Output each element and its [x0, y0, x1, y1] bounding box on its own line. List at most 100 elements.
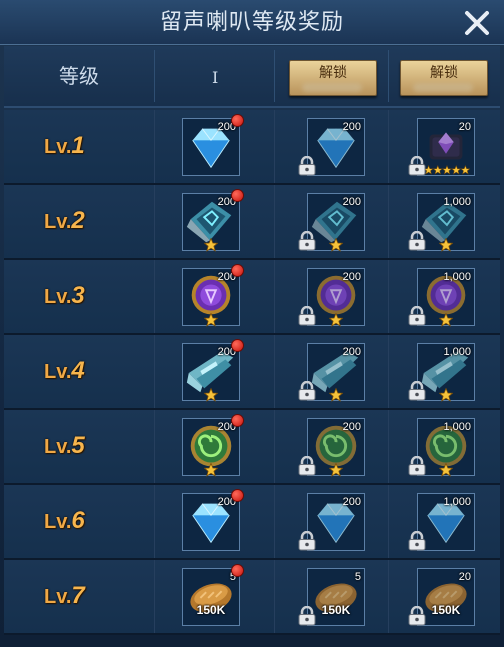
level-number: 4 [71, 357, 85, 384]
row-divider [154, 410, 155, 483]
notification-dot-icon [231, 564, 244, 577]
row-divider [274, 110, 275, 183]
padlock-icon [297, 605, 317, 626]
item-count: 200 [342, 121, 361, 133]
row-divider [388, 410, 389, 483]
reward-slot[interactable]: 200 [182, 264, 244, 327]
level-number: 6 [71, 507, 85, 534]
padlock-icon [407, 605, 427, 626]
item-count: 200 [342, 346, 361, 358]
reward-slot[interactable]: 200 [182, 489, 244, 551]
row-divider [154, 560, 155, 633]
reward-item-frame: 200 [182, 493, 240, 551]
padlock-icon [407, 380, 427, 401]
reward-slot[interactable]: 200 [298, 268, 365, 327]
unlock-button-tier2[interactable]: 解锁 [289, 60, 377, 96]
notification-dot-icon [231, 414, 244, 427]
level-prefix: Lv. [44, 136, 72, 158]
star-icon [203, 312, 219, 327]
row-divider [274, 185, 275, 258]
close-icon[interactable] [462, 8, 492, 38]
level-prefix: Lv. [44, 286, 72, 308]
padlock-icon [407, 455, 427, 476]
level-label: Lv.4 [44, 357, 85, 385]
padlock-icon [407, 230, 427, 251]
reward-slot[interactable]: 200 [298, 193, 365, 252]
unlock-button-tier3[interactable]: 解锁 [400, 60, 488, 96]
item-count: 1,000 [443, 196, 471, 208]
reward-item-frame: 200 [182, 118, 240, 176]
level-prefix: Lv. [44, 436, 72, 458]
header-divider [388, 50, 389, 102]
level-number: 1 [71, 132, 85, 159]
notification-dot-icon [231, 339, 244, 352]
star-icon [328, 237, 344, 252]
row-divider [154, 260, 155, 333]
reward-slot[interactable]: 200 [182, 339, 244, 402]
padlock-icon [297, 305, 317, 326]
level-label: Lv.1 [44, 132, 85, 160]
star-icon [328, 387, 344, 402]
padlock-icon [297, 155, 317, 176]
row-divider [274, 260, 275, 333]
star-icon [438, 462, 454, 477]
reward-item-frame: 200 [182, 268, 240, 327]
item-count: 20 [458, 571, 471, 583]
item-count: 200 [342, 196, 361, 208]
level-label: Lv.6 [44, 507, 85, 535]
reward-item-frame: 200 [182, 343, 240, 402]
reward-slot[interactable]: 200 [182, 189, 244, 252]
row-divider [154, 185, 155, 258]
star-icon [203, 237, 219, 252]
reward-slot[interactable]: 1,000 [408, 418, 475, 477]
reward-row: Lv.1 200 200 20 [4, 110, 500, 185]
header-divider [154, 50, 155, 102]
row-divider [388, 260, 389, 333]
star-icon [203, 387, 219, 402]
notification-dot-icon [231, 489, 244, 502]
notification-dot-icon [231, 264, 244, 277]
row-divider [154, 485, 155, 558]
reward-slot[interactable]: 1,000 [408, 343, 475, 402]
reward-slot[interactable]: 1,000 [408, 268, 475, 327]
reward-slot[interactable]: 200 [182, 114, 244, 176]
row-divider [388, 485, 389, 558]
item-count: 1,000 [443, 271, 471, 283]
item-count: 1,000 [443, 346, 471, 358]
row-divider [154, 335, 155, 408]
reward-row: Lv.5 200 200 1,000 [4, 410, 500, 485]
reward-item-frame: 150K 5 [182, 568, 240, 626]
reward-slot[interactable]: 200 [298, 343, 365, 402]
level-prefix: Lv. [44, 211, 72, 233]
item-count: 200 [342, 421, 361, 433]
reward-slot[interactable]: 150K 5 [298, 568, 365, 626]
header-divider [274, 50, 275, 102]
reward-slot[interactable]: 200 [182, 414, 244, 477]
reward-slot[interactable]: 20 [408, 118, 475, 176]
reward-slot[interactable]: 150K 5 [182, 564, 244, 626]
reward-row: Lv.4 200 200 1,000 [4, 335, 500, 410]
reward-row: Lv.2 200 200 1,000 [4, 185, 500, 260]
level-column-label: 等级 [59, 64, 99, 88]
reward-slot[interactable]: 1,000 [408, 193, 475, 252]
reward-slot[interactable]: 150K 20 [408, 568, 475, 626]
item-count: 1,000 [443, 496, 471, 508]
text-cursor: I [212, 68, 219, 87]
level-label: Lv.3 [44, 282, 85, 310]
reward-slot[interactable]: 200 [298, 493, 365, 551]
padlock-icon [297, 380, 317, 401]
reward-slot[interactable]: 200 [298, 418, 365, 477]
notification-dot-icon [231, 114, 244, 127]
padlock-icon [407, 155, 427, 176]
reward-item-frame: 200 [182, 418, 240, 477]
reward-slot[interactable]: 200 [298, 118, 365, 176]
reward-item-frame: 200 [182, 193, 240, 252]
reward-slot[interactable]: 1,000 [408, 493, 475, 551]
padlock-icon [297, 530, 317, 551]
item-count: 20 [458, 121, 471, 133]
level-number: 7 [71, 582, 85, 609]
blurred-price [413, 83, 473, 92]
column-header: 等级 I 解锁 解锁 [4, 46, 500, 108]
row-divider [154, 110, 155, 183]
item-count: 5 [354, 571, 361, 583]
